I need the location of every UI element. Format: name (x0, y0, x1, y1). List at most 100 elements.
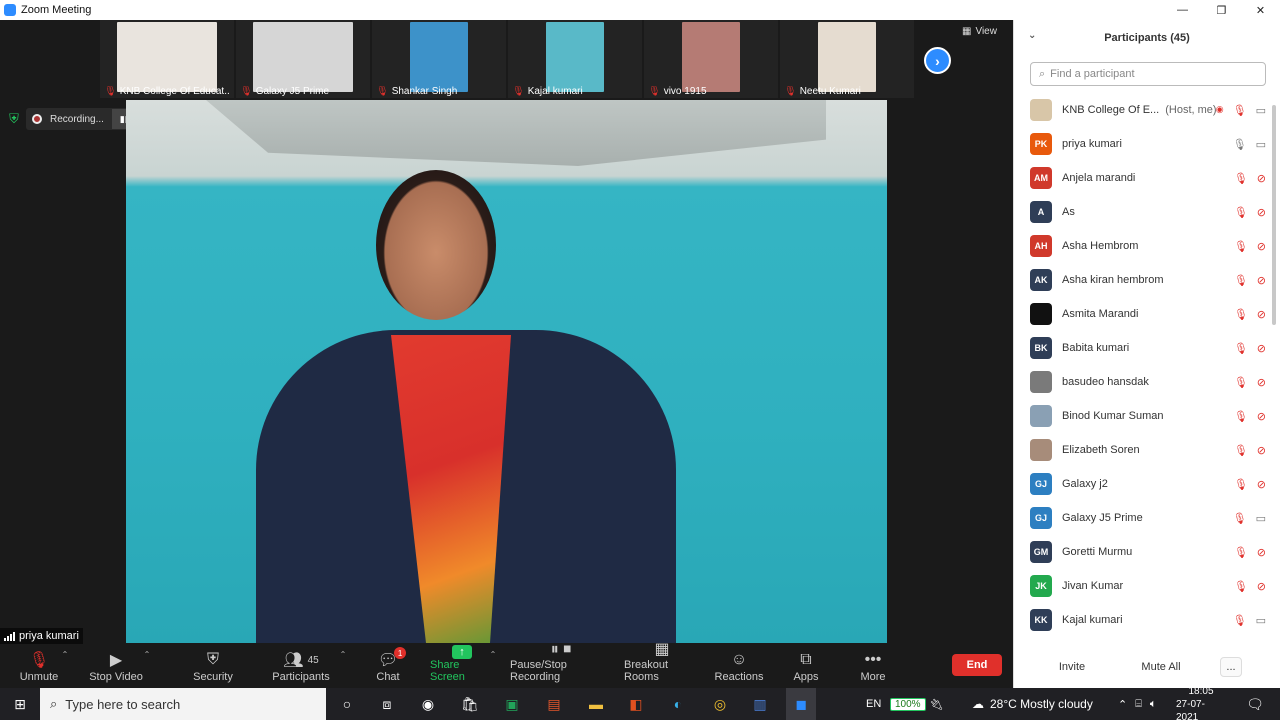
office-icon[interactable]: ◧ (622, 688, 650, 720)
panel-more-button[interactable]: ... (1220, 657, 1242, 677)
unmute-button[interactable]: 🎙︎ Unmute (18, 644, 60, 688)
excel-icon[interactable]: ▣ (498, 688, 526, 720)
view-button[interactable]: ▦ View (962, 26, 997, 37)
video-thumbnail[interactable]: 🎙︎ Neetu Kumari (780, 20, 914, 98)
file-explorer-icon[interactable]: ▬ (582, 688, 610, 720)
store-icon[interactable]: 🛍︎ (456, 688, 484, 720)
video-thumbnail[interactable]: 🎙︎ Shankar Singh (372, 20, 506, 98)
participant-row[interactable]: GJ Galaxy j2 🎙︎ ⊘ (1014, 467, 1272, 501)
invite-button[interactable]: Invite (1058, 657, 1086, 677)
video-off-icon[interactable]: ⊘ (1257, 444, 1266, 457)
video-thumbnail[interactable]: 🎙︎ vivo 1915 (644, 20, 778, 98)
minimize-button[interactable]: — (1163, 0, 1202, 20)
share-screen-button[interactable]: ↑ Share Screen (430, 644, 494, 688)
mic-muted-icon[interactable]: 🎙︎ (1234, 580, 1248, 593)
video-off-icon[interactable]: ⊘ (1257, 580, 1266, 593)
participant-row[interactable]: A As 🎙︎ ⊘ (1014, 195, 1272, 229)
notification-icon[interactable]: 🗨︎ (1240, 688, 1270, 720)
mic-muted-icon[interactable]: 🎙︎ (1234, 376, 1248, 389)
mute-all-button[interactable]: Mute All (1136, 657, 1186, 677)
mic-muted-icon[interactable]: 🎙︎ (1234, 410, 1248, 423)
participant-row[interactable]: KK Kajal kumari 🎙︎ ▭ (1014, 603, 1272, 637)
participant-row[interactable]: AH Asha Hembrom 🎙︎ ⊘ (1014, 229, 1272, 263)
video-off-icon[interactable]: ⊘ (1257, 206, 1266, 219)
edge-icon[interactable]: ◐ (664, 688, 692, 720)
video-off-icon[interactable]: ⊘ (1257, 172, 1266, 185)
reactions-button[interactable]: ☺︎ Reactions (715, 644, 764, 688)
video-off-icon[interactable]: ⊘ (1257, 342, 1266, 355)
participant-row[interactable]: JK Jivan Kumar 🎙︎ ⊘ (1014, 569, 1272, 603)
video-camera-icon[interactable]: ▭ (1256, 614, 1266, 627)
security-button[interactable]: ⛨ Security (190, 644, 236, 688)
share-options-caret[interactable]: ⌃ (488, 644, 498, 688)
video-camera-icon[interactable]: ▭ (1256, 104, 1266, 117)
video-off-icon[interactable]: ⊘ (1257, 546, 1266, 559)
network-icon[interactable]: ⌸ (1135, 698, 1142, 711)
language-indicator[interactable]: EN (866, 688, 881, 720)
weather-widget[interactable]: ☁︎ 28°C Mostly cloudy (972, 688, 1093, 720)
more-button[interactable]: ••• More (858, 644, 888, 688)
video-off-icon[interactable]: ⊘ (1257, 308, 1266, 321)
stop-video-button[interactable]: ▶︎ Stop Video (88, 644, 144, 688)
video-off-icon[interactable]: ⊘ (1257, 376, 1266, 389)
participant-row[interactable]: basudeo hansdak 🎙︎ ⊘ (1014, 365, 1272, 399)
video-off-icon[interactable]: ⊘ (1257, 240, 1266, 253)
zoom-taskbar-icon[interactable]: ◼ (786, 688, 816, 720)
taskbar-search-box[interactable]: ⌕ Type here to search (40, 688, 326, 720)
video-thumbnail[interactable]: 🎙︎ KNB College Of Educat... (100, 20, 234, 98)
video-thumbnail[interactable]: 🎙︎ Galaxy J5 Prime (236, 20, 370, 98)
task-view-icon[interactable]: ⧈ (374, 688, 400, 720)
mic-muted-icon[interactable]: 🎙︎ (1234, 444, 1248, 457)
mic-muted-icon[interactable]: 🎙︎ (1234, 274, 1248, 287)
breakout-rooms-button[interactable]: ▦ Breakout Rooms (624, 641, 700, 688)
mic-muted-icon[interactable]: 🎙︎ (1234, 342, 1248, 355)
participant-row[interactable]: Binod Kumar Suman 🎙︎ ⊘ (1014, 399, 1272, 433)
powerpoint-icon[interactable]: ▤ (540, 688, 568, 720)
participant-row[interactable]: KNB College Of E... (Host, me) ◉ 🎙︎ ▭ (1014, 93, 1272, 127)
participant-row[interactable]: Elizabeth Soren 🎙︎ ⊘ (1014, 433, 1272, 467)
next-page-button[interactable]: › (924, 47, 951, 74)
video-off-icon[interactable]: ⊘ (1257, 478, 1266, 491)
mic-muted-icon[interactable]: 🎙︎ (1234, 546, 1248, 559)
app-icon-1[interactable]: ◉ (414, 688, 442, 720)
participants-button[interactable]: 👥︎ 45 Participants (270, 644, 332, 688)
mic-muted-icon[interactable]: 🎙︎ (1234, 308, 1248, 321)
participant-row[interactable]: GM Goretti Murmu 🎙︎ ⊘ (1014, 535, 1272, 569)
video-off-icon[interactable]: ⊘ (1257, 274, 1266, 287)
mic-icon[interactable]: 🎙︎ (1233, 138, 1247, 151)
video-camera-icon[interactable]: ▭ (1256, 512, 1266, 525)
video-options-caret[interactable]: ⌃ (142, 644, 152, 688)
video-camera-icon[interactable]: ▭ (1256, 138, 1266, 151)
mic-muted-icon[interactable]: 🎙︎ (1234, 172, 1248, 185)
mic-muted-icon[interactable]: 🎙︎ (1234, 240, 1248, 253)
word-icon[interactable]: ▥ (746, 688, 774, 720)
audio-options-caret[interactable]: ⌃ (60, 644, 70, 688)
pause-stop-recording-button[interactable]: ⏸︎ ⏹︎ Pause/Stop Recording (510, 641, 612, 688)
mic-muted-icon[interactable]: 🎙︎ (1233, 104, 1247, 117)
volume-icon[interactable]: 🔈︎ (1150, 698, 1157, 711)
video-thumbnail[interactable]: 🎙︎ Kajal kumari (508, 20, 642, 98)
close-button[interactable]: ✕ (1241, 0, 1280, 20)
participant-row[interactable]: GJ Galaxy J5 Prime 🎙︎ ▭ (1014, 501, 1272, 535)
tray-chevron-icon[interactable]: ⌃ (1118, 698, 1127, 711)
mic-muted-icon[interactable]: 🎙︎ (1234, 206, 1248, 219)
video-off-icon[interactable]: ⊘ (1257, 410, 1266, 423)
mic-muted-icon[interactable]: 🎙︎ (1233, 512, 1247, 525)
chrome-icon[interactable]: ◎ (706, 688, 734, 720)
maximize-button[interactable]: ❐ (1202, 0, 1241, 20)
participant-row[interactable]: Asmita Marandi 🎙︎ ⊘ (1014, 297, 1272, 331)
participant-row[interactable]: AM Anjela marandi 🎙︎ ⊘ (1014, 161, 1272, 195)
collapse-chevron-icon[interactable]: ⌄ (1028, 30, 1036, 41)
mic-muted-icon[interactable]: 🎙︎ (1233, 614, 1247, 627)
participants-options-caret[interactable]: ⌃ (338, 644, 348, 688)
participant-list-scrollbar[interactable] (1272, 105, 1276, 325)
start-windows-icon[interactable]: ⊞ (4, 688, 36, 720)
participant-row[interactable]: PK priya kumari 🎙︎ ▭ (1014, 127, 1272, 161)
mic-muted-icon[interactable]: 🎙︎ (1234, 478, 1248, 491)
apps-button[interactable]: ⧉ Apps (792, 644, 820, 688)
participant-search-input[interactable]: ⌕ Find a participant (1030, 62, 1266, 86)
cortana-circle-icon[interactable]: ○ (334, 688, 360, 720)
chat-button[interactable]: 💬︎ 1 Chat (372, 644, 407, 688)
end-meeting-button[interactable]: End (952, 654, 1002, 676)
clock[interactable]: 18:05 27-07-2021 (1176, 686, 1226, 720)
